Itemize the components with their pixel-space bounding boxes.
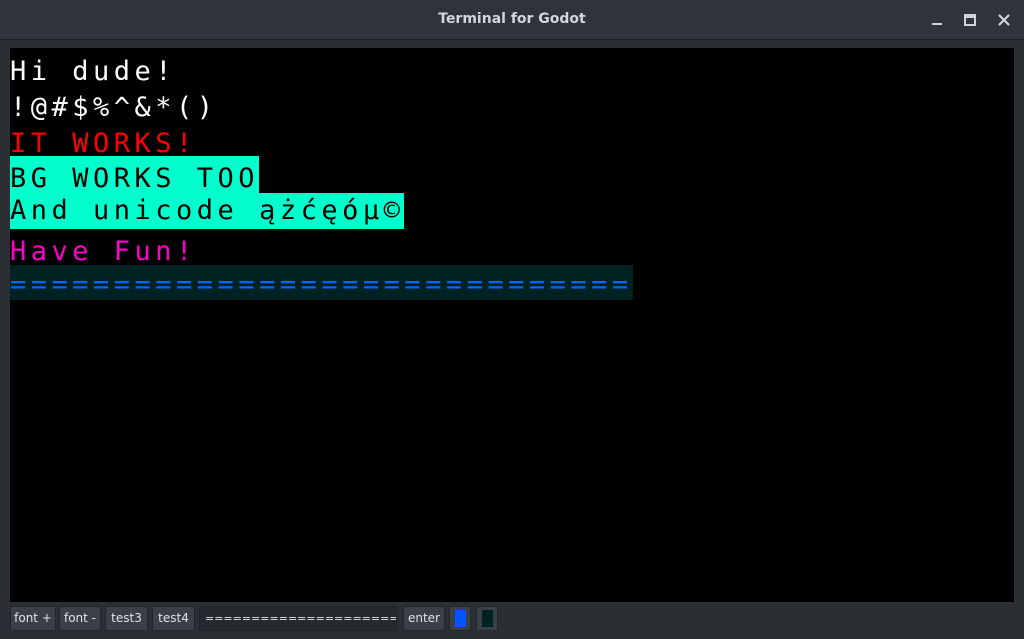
enter-button[interactable]: enter bbox=[403, 606, 445, 631]
close-icon bbox=[998, 14, 1010, 26]
command-input[interactable]: ======================== bbox=[199, 606, 397, 631]
window-title: Terminal for Godot bbox=[438, 11, 586, 27]
test3-button[interactable]: test3 bbox=[105, 606, 148, 631]
terminal-line: BG WORKS TOO bbox=[10, 156, 260, 194]
font-plus-button[interactable]: font + bbox=[10, 606, 56, 631]
minimize-icon bbox=[932, 23, 942, 25]
test4-button[interactable]: test4 bbox=[152, 606, 195, 631]
terminal-screen[interactable]: Hi dude! !@#$%^&*() IT WORKS! BG WORKS T… bbox=[10, 48, 1014, 602]
minimize-button[interactable] bbox=[923, 6, 951, 34]
foreground-color-swatch bbox=[455, 610, 466, 627]
maximize-icon bbox=[964, 14, 976, 26]
terminal-line: ============================== bbox=[10, 265, 633, 300]
font-minus-button[interactable]: font - bbox=[59, 606, 101, 631]
terminal-line: !@#$%^&*() bbox=[10, 92, 218, 123]
maximize-button[interactable] bbox=[956, 6, 984, 34]
terminal-line: Hi dude! bbox=[10, 56, 177, 87]
close-button[interactable] bbox=[990, 6, 1018, 34]
terminal-line: And unicode ążćęóµ© bbox=[10, 193, 405, 229]
title-bar: Terminal for Godot bbox=[0, 0, 1024, 40]
background-color-picker[interactable] bbox=[476, 606, 498, 631]
background-color-swatch bbox=[482, 610, 493, 627]
foreground-color-picker[interactable] bbox=[449, 606, 471, 631]
bottom-toolbar: font + font - test3 test4 ==============… bbox=[0, 602, 1024, 639]
